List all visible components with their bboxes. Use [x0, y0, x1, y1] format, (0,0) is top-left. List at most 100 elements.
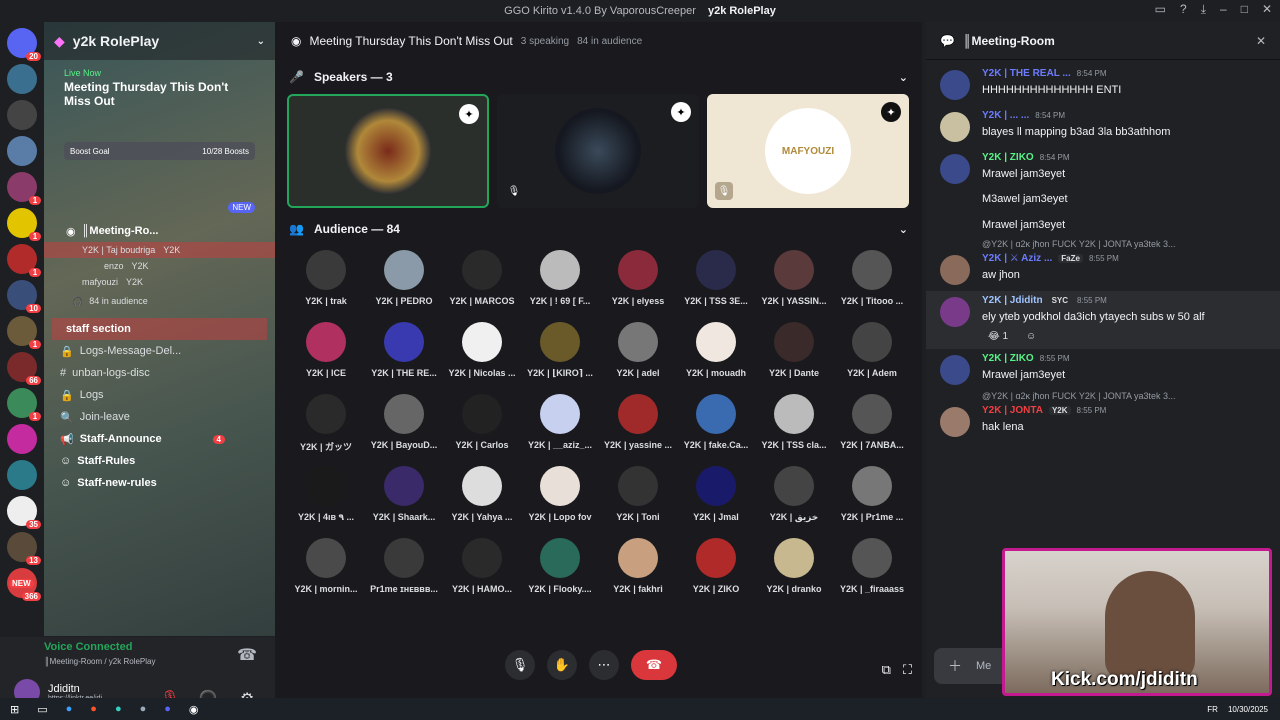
- chat-message[interactable]: Y2K | Jdiditn SYC 8:55 PM ely yteb yodkhol …: [926, 291, 1280, 349]
- clock-date[interactable]: 10/30/2025: [1228, 705, 1268, 714]
- obs-icon[interactable]: ◉: [189, 703, 199, 716]
- brave-icon[interactable]: ●: [90, 703, 97, 715]
- minimize-icon[interactable]: –: [1220, 2, 1227, 17]
- app-icon[interactable]: ●: [115, 703, 122, 715]
- discord-icon[interactable]: ●: [164, 703, 171, 715]
- avatar[interactable]: [940, 70, 970, 100]
- voice-member[interactable]: mafyouzi Y2K: [44, 274, 275, 290]
- server-icon[interactable]: [7, 460, 37, 490]
- audience-member[interactable]: Y2K | BayouD...: [365, 394, 443, 460]
- audience-section-header[interactable]: 👥 Audience — 84 ⌄: [275, 212, 922, 246]
- audience-member[interactable]: Y2K | dranko: [755, 538, 833, 604]
- speaker-tile[interactable]: ✦: [287, 94, 489, 208]
- server-icon[interactable]: 1: [7, 316, 41, 349]
- server-icon[interactable]: 10: [7, 280, 41, 313]
- audience-member[interactable]: Y2K | Lopo fov: [521, 466, 599, 532]
- audience-member[interactable]: Y2K | Yahya ...: [443, 466, 521, 532]
- mute-button[interactable]: 🎙: [505, 650, 535, 680]
- audience-member[interactable]: Y2K | ⌊KIRO⌉ ...: [521, 322, 599, 388]
- chat-message[interactable]: Y2K | ZIKO 8:54 PM Mrawel jam3eyet M3awel j…: [926, 148, 1280, 239]
- server-icon[interactable]: 13: [7, 532, 41, 565]
- voice-member[interactable]: Y2K | Taj boudriga Y2K: [44, 242, 275, 258]
- boost-goal-bar[interactable]: Boost Goal 10/28 Boosts: [64, 142, 255, 160]
- channel-item[interactable]: # unban-logs-disc: [44, 362, 275, 384]
- reaction-laugh[interactable]: 😂 1: [982, 329, 1015, 343]
- channel-item[interactable]: 🔒 Logs-Message-Del...: [44, 340, 275, 362]
- server-icon[interactable]: 1: [7, 172, 41, 205]
- audience-member[interactable]: Y2K | TSS 3E...: [677, 250, 755, 316]
- audience-member[interactable]: Y2K | fake.Ca...: [677, 394, 755, 460]
- guild-header[interactable]: ◆ y2k RolePlay ⌄: [44, 22, 275, 60]
- reply-preview[interactable]: @Y2K | ɑ2κ jħon FUCK Y2K | JONTA ya3tek …: [926, 391, 1280, 401]
- audience-member[interactable]: Y2K | Nicolas ...: [443, 322, 521, 388]
- avatar[interactable]: [940, 354, 970, 385]
- speakers-section-header[interactable]: 🎤 Speakers — 3 ⌄: [275, 60, 922, 94]
- audience-member[interactable]: Y2K | Carlos: [443, 394, 521, 460]
- chat-message[interactable]: Y2K | ⚔ Aziz ... FaZe 8:55 PM aw jhon: [926, 249, 1280, 291]
- task-view-icon[interactable]: ▭: [37, 703, 47, 716]
- language-indicator[interactable]: FR: [1207, 705, 1218, 714]
- new-server-icon[interactable]: NEW 366: [7, 568, 41, 601]
- server-icon[interactable]: [7, 424, 37, 454]
- audience-member[interactable]: Y2K | TSS cla...: [755, 394, 833, 460]
- audience-member[interactable]: Y2K | Shaark...: [365, 466, 443, 532]
- message-author[interactable]: Y2K | THE REAL ...: [982, 68, 1071, 79]
- add-reaction-icon[interactable]: ☺: [1020, 329, 1043, 343]
- audience-member[interactable]: Pr1me ɪʜᴇʙʙʙ...: [365, 538, 443, 604]
- chat-message[interactable]: Y2K | THE REAL ... 8:54 PM HHHHHHHHHHHHHH …: [926, 64, 1280, 106]
- audience-member[interactable]: Y2K | Toni: [599, 466, 677, 532]
- download-icon[interactable]: ⤓: [1201, 2, 1206, 17]
- server-icon[interactable]: 1: [7, 244, 41, 277]
- message-author[interactable]: Y2K | ... ...: [982, 110, 1029, 121]
- audience-member[interactable]: Y2K | mornin...: [287, 538, 365, 604]
- channel-item[interactable]: ☺ Staff-new-rules: [44, 472, 275, 494]
- chat-message[interactable]: Y2K | JONTA Y2K 8:55 PM hak lena: [926, 401, 1280, 443]
- message-author[interactable]: Y2K | Jdiditn: [982, 295, 1043, 306]
- inbox-icon[interactable]: ▭: [1155, 2, 1166, 17]
- message-author[interactable]: Y2K | ⚔ Aziz ...: [982, 253, 1052, 264]
- audience-member[interactable]: Y2K | Pr1me ...: [833, 466, 911, 532]
- audience-member[interactable]: Y2K | Jmal: [677, 466, 755, 532]
- audience-member[interactable]: Y2K | ! 69 [ F...: [521, 250, 599, 316]
- close-icon[interactable]: ✕: [1262, 2, 1272, 17]
- audience-member[interactable]: Y2K | ガッツ: [287, 394, 365, 460]
- audience-member[interactable]: Y2K | Dante: [755, 322, 833, 388]
- leave-stage-button[interactable]: ☎: [631, 650, 677, 680]
- server-icon[interactable]: [7, 64, 37, 94]
- audience-member[interactable]: Y2K | خزيق: [755, 466, 833, 532]
- server-icon[interactable]: 1: [7, 208, 41, 241]
- audience-member[interactable]: Y2K | HAMO...: [443, 538, 521, 604]
- audience-member[interactable]: Y2K | THE RE...: [365, 322, 443, 388]
- voice-channel-meeting-room[interactable]: ◉ ║Meeting-Ro...: [44, 220, 275, 242]
- audience-member[interactable]: Y2K | MARCOS: [443, 250, 521, 316]
- channel-item[interactable]: 🔒 Logs: [44, 384, 275, 406]
- audience-member[interactable]: Y2K | ZIKO: [677, 538, 755, 604]
- speaker-tile[interactable]: MAFYOUZI ✦ 🎙: [707, 94, 909, 208]
- message-author[interactable]: Y2K | JONTA: [982, 405, 1043, 416]
- audience-member[interactable]: Y2K | Flooky....: [521, 538, 599, 604]
- message-author[interactable]: Y2K | ZIKO: [982, 152, 1034, 163]
- server-icon[interactable]: 1: [7, 388, 41, 421]
- chat-message[interactable]: Y2K | ZIKO 8:55 PM Mrawel jam3eyet: [926, 349, 1280, 391]
- voice-member[interactable]: enzo Y2K: [44, 258, 275, 274]
- category-staff-section[interactable]: staff section: [52, 318, 267, 340]
- avatar[interactable]: [940, 255, 970, 286]
- steam-icon[interactable]: ●: [140, 703, 147, 715]
- audience-member[interactable]: Y2K | mouadh: [677, 322, 755, 388]
- audience-member[interactable]: Y2K | __aziz_...: [521, 394, 599, 460]
- audience-member[interactable]: Y2K | Titooo ...: [833, 250, 911, 316]
- reply-preview[interactable]: @Y2K | ɑ2κ jħon FUCK Y2K | JONTA ya3tek …: [926, 239, 1280, 249]
- chat-message[interactable]: Y2K | ... ... 8:54 PM blayes ll mapping b3…: [926, 106, 1280, 148]
- disconnect-icon[interactable]: ☎: [237, 645, 257, 665]
- voice-location[interactable]: ║Meeting-Room / y2k RolePlay: [44, 657, 156, 666]
- raise-hand-button[interactable]: ✋: [547, 650, 577, 680]
- audience-member[interactable]: Y2K | PEDRO: [365, 250, 443, 316]
- audience-member[interactable]: Y2K | ICE: [287, 322, 365, 388]
- app-icon[interactable]: ●: [66, 703, 73, 715]
- popout-icon[interactable]: ⧉: [882, 662, 891, 678]
- add-attachment-icon[interactable]: ＋: [948, 656, 962, 676]
- server-icon[interactable]: [7, 136, 37, 166]
- audience-member[interactable]: Y2K | adel: [599, 322, 677, 388]
- start-icon[interactable]: ⊞: [10, 703, 19, 716]
- channel-item[interactable]: 🔍 Join-leave: [44, 406, 275, 428]
